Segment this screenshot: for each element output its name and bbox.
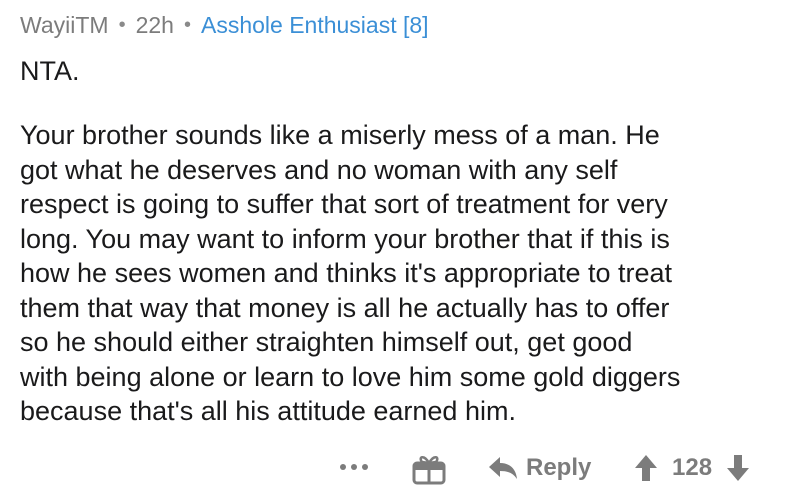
comment: WayiiTM • 22h • Asshole Enthusiast [8] N… bbox=[0, 0, 800, 501]
give-award-button[interactable] bbox=[412, 451, 446, 485]
vote-score: 128 bbox=[672, 454, 713, 481]
downvote-button[interactable] bbox=[724, 453, 752, 483]
author-name[interactable]: WayiiTM bbox=[20, 12, 109, 39]
reply-label: Reply bbox=[526, 454, 592, 481]
upvote-button[interactable] bbox=[632, 453, 660, 483]
vote-controls: 128 bbox=[632, 450, 752, 486]
comment-body-line: got what he deserves and no woman with a… bbox=[20, 154, 618, 185]
comment-meta: WayiiTM • 22h • Asshole Enthusiast [8] bbox=[20, 8, 429, 42]
reply-button[interactable]: Reply bbox=[488, 450, 591, 486]
comment-body-line: them that way that money is all he actua… bbox=[20, 292, 670, 323]
user-flair: Asshole Enthusiast [8] bbox=[200, 11, 429, 38]
comment-body-line: long. You may want to inform your brothe… bbox=[20, 223, 670, 254]
award-gift-icon bbox=[412, 456, 446, 485]
comment-body-line: with being alone or learn to love him so… bbox=[20, 361, 681, 392]
comment-body: Your brother sounds like a miserly mess … bbox=[20, 118, 790, 429]
meta-separator: • bbox=[118, 13, 126, 36]
more-options-button[interactable] bbox=[336, 452, 372, 482]
reply-arrow-icon bbox=[489, 457, 517, 479]
comment-actions-bar: Reply 128 bbox=[0, 444, 800, 492]
upvote-arrow-icon bbox=[635, 455, 657, 481]
verdict-text: NTA. bbox=[20, 56, 80, 86]
comment-body-line: respect is going to suffer that sort of … bbox=[20, 189, 668, 219]
comment-body-line: Your brother sounds like a miserly mess … bbox=[20, 120, 660, 150]
comment-body-line: so he should either straighten himself o… bbox=[20, 327, 633, 357]
meta-separator: • bbox=[183, 13, 191, 36]
comment-body-line: because that's all his attitude earned h… bbox=[20, 396, 516, 426]
comment-body-line: how he sees women and thinks it's approp… bbox=[20, 258, 673, 288]
downvote-arrow-icon bbox=[727, 455, 750, 481]
more-dots-icon bbox=[340, 464, 368, 470]
comment-age[interactable]: 22h bbox=[136, 12, 174, 39]
